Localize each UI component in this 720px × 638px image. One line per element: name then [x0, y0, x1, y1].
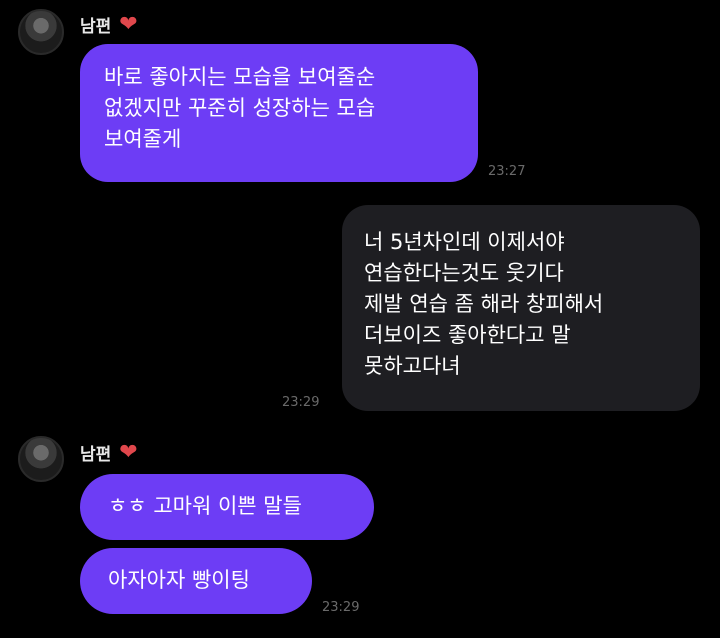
avatar[interactable]: [18, 9, 64, 55]
outgoing-message-bubble[interactable]: 너 5년차인데 이제서야 연습한다는것도 웃기다 제발 연습 좀 해라 창피해서…: [342, 205, 700, 411]
sender-label: 남편: [80, 445, 112, 465]
message-text: ㅎㅎ 고마워 이쁜 말들: [108, 494, 302, 518]
incoming-message-bubble[interactable]: 아자아자 빵이팅: [80, 548, 312, 614]
sender-name: 남편 ❤: [80, 440, 138, 465]
message-line: 보여줄게: [104, 127, 182, 151]
incoming-message-bubble[interactable]: 바로 좋아지는 모습을 보여줄순 없겠지만 꾸준히 성장하는 모습 보여줄게: [80, 44, 478, 182]
message-line: 더보이즈 좋아한다고 말: [364, 323, 571, 347]
message-timestamp: 23:27: [488, 164, 526, 179]
sender-name: 남편 ❤: [80, 12, 138, 37]
heart-icon: ❤: [119, 11, 138, 37]
incoming-message-bubble[interactable]: ㅎㅎ 고마워 이쁜 말들: [80, 474, 374, 540]
message-line: 연습한다는것도 웃기다: [364, 261, 564, 285]
avatar[interactable]: [18, 436, 64, 482]
message-line: 제발 연습 좀 해라 창피해서: [364, 292, 604, 316]
message-line: 너 5년차인데 이제서야: [364, 230, 565, 254]
message-line: 없겠지만 꾸준히 성장하는 모습: [104, 96, 376, 120]
message-text: 아자아자 빵이팅: [108, 568, 250, 592]
heart-icon: ❤: [119, 439, 138, 465]
sender-label: 남편: [80, 17, 112, 37]
message-timestamp: 23:29: [282, 395, 320, 410]
message-line: 바로 좋아지는 모습을 보여줄순: [104, 65, 376, 89]
message-line: 못하고다녀: [364, 354, 461, 378]
message-timestamp: 23:29: [322, 600, 360, 615]
